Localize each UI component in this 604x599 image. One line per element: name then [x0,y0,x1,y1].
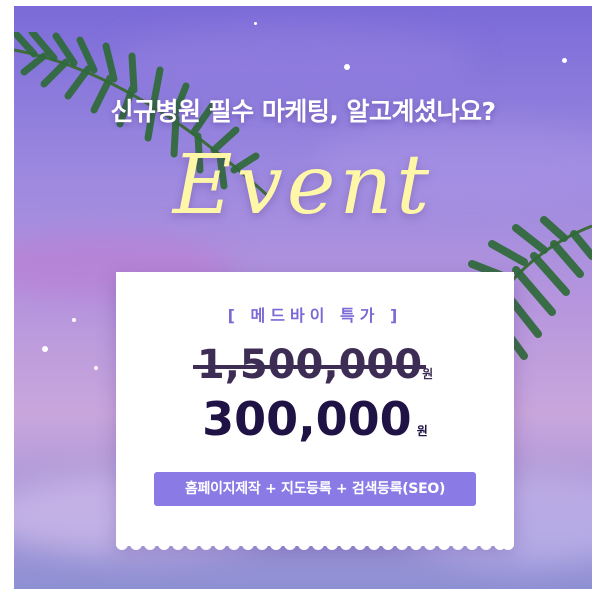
star [562,58,567,63]
price-ticket: [ 메드바이 특가 ] 1,500,000원 300,000 원 홈페이지제작 … [116,272,514,546]
original-price: 1,500,000원 [116,342,514,388]
services-badge: 홈페이지제작 + 지도등록 + 검색등록(SEO) [154,472,476,506]
star [42,346,48,352]
star [344,64,350,70]
star [94,366,98,370]
sale-price: 300,000 원 [116,392,514,446]
page: 신규병원 필수 마케팅, 알고계셨나요? Event [ 메드바이 특가 ] 1… [0,0,604,599]
event-banner[interactable]: 신규병원 필수 마케팅, 알고계셨나요? Event [ 메드바이 특가 ] 1… [14,6,592,589]
event-title: Event [172,138,434,233]
original-price-value: 1,500,000 [196,342,423,388]
star [254,22,257,25]
star [72,318,76,322]
ticket-scalloped-edge [116,538,514,550]
original-price-unit: 원 [422,367,434,381]
sale-price-unit: 원 [416,424,428,438]
headline: 신규병원 필수 마케팅, 알고계셨나요? [110,97,496,126]
sale-price-value: 300,000 [202,392,412,446]
special-offer-label: [ 메드바이 특가 ] [227,306,403,325]
